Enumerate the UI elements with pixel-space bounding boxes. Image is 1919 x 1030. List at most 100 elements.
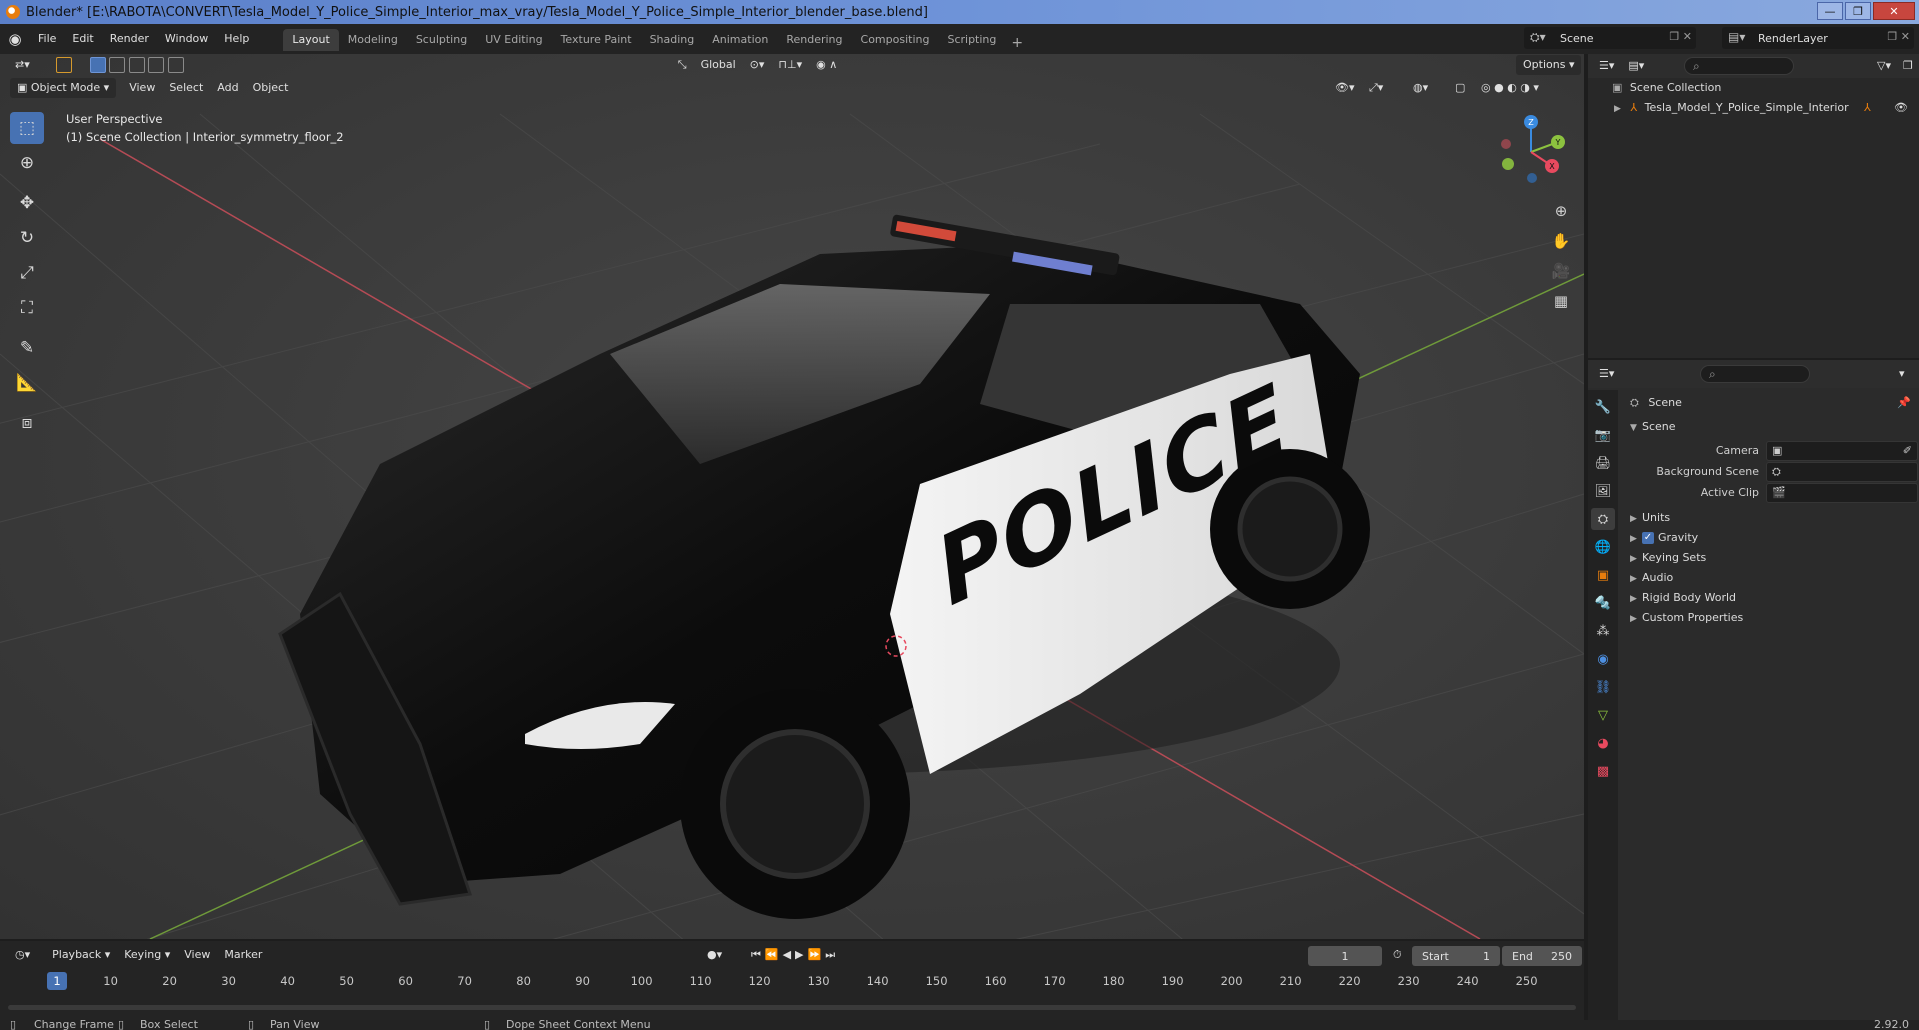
transform-orientation-icon[interactable]: ⤡ xyxy=(671,55,694,75)
tab-layout[interactable]: Layout xyxy=(283,29,339,51)
ortho-grid-icon[interactable]: ▦ xyxy=(1548,288,1574,314)
view-layer-new-close-icons[interactable]: ❐ ✕ xyxy=(1887,30,1910,43)
shading-modes-icons[interactable]: ◎ ● ◐ ◑ ▾ xyxy=(1474,78,1546,98)
visibility-eye-icon[interactable]: 👁 xyxy=(1894,98,1908,118)
tab-sculpting[interactable]: Sculpting xyxy=(407,29,476,51)
frame-ruler[interactable]: 1 10 20 30 40 50 60 70 80 90 100 110 120 130 140 150 160… xyxy=(0,971,1584,993)
gravity-section[interactable]: ▶ ✓ Gravity xyxy=(1620,527,1919,549)
current-frame-marker[interactable]: 1 xyxy=(47,972,67,990)
timeline-scrollbar[interactable] xyxy=(8,1005,1576,1010)
filter-icon[interactable]: ▽▾ xyxy=(1870,56,1898,76)
timeline-editor[interactable]: ◷▾ Playback ▾ Keying ▾ View Marker ●▾ ⏮⏪… xyxy=(0,941,1584,1020)
pin-icon[interactable]: 📌 xyxy=(1897,392,1911,414)
tab-modeling[interactable]: Modeling xyxy=(339,29,407,51)
camera-view-icon[interactable]: 🎥 xyxy=(1548,258,1574,284)
menu-edit[interactable]: Edit xyxy=(64,28,101,50)
scale-tool-icon[interactable]: ⤢ xyxy=(10,257,44,289)
snap-icon[interactable]: ⊓⊥▾ xyxy=(771,55,809,75)
particles-tab-icon[interactable]: ⁂ xyxy=(1591,620,1615,642)
outliner-editor-type-icon[interactable]: ☰▾ xyxy=(1592,56,1621,76)
add-cube-tool-icon[interactable]: ⧈ xyxy=(10,407,44,439)
tab-texture-paint[interactable]: Texture Paint xyxy=(552,29,641,51)
display-mode-icon[interactable]: ▤▾ xyxy=(1621,56,1651,76)
select-box-modes-icon[interactable] xyxy=(83,55,191,75)
menu-marker[interactable]: Marker xyxy=(217,945,269,965)
outliner-row-object[interactable]: ▶ ⅄ Tesla_Model_Y_Police_Simple_Interior… xyxy=(1588,98,1919,118)
select-mode-icon[interactable] xyxy=(49,55,79,75)
measure-tool-icon[interactable]: 📐 xyxy=(10,367,44,399)
xray-icon[interactable]: ▢ xyxy=(1448,78,1472,98)
custom-properties-section[interactable]: ▶ Custom Properties xyxy=(1620,607,1919,629)
properties-editor-type-icon[interactable]: ☰▾ xyxy=(1592,364,1621,384)
tab-rendering[interactable]: Rendering xyxy=(777,29,851,51)
close-button[interactable]: ✕ xyxy=(1873,2,1915,20)
transform-tool-icon[interactable]: ⛶ xyxy=(10,292,44,324)
camera-field[interactable]: ▣ ✐ xyxy=(1766,441,1918,461)
scene-new-close-icons[interactable]: ❐ ✕ xyxy=(1669,30,1692,43)
menu-select[interactable]: Select xyxy=(162,78,210,98)
editor-type-icon[interactable]: ⇄▾ xyxy=(8,55,37,75)
minimize-button[interactable]: — xyxy=(1817,2,1843,20)
outliner-row-scene-collection[interactable]: ▣ Scene Collection xyxy=(1588,78,1919,98)
audio-section[interactable]: ▶ Audio xyxy=(1620,567,1919,589)
properties-search-input[interactable]: ⌕ xyxy=(1700,365,1810,383)
menu-file[interactable]: File xyxy=(30,28,64,50)
menu-window[interactable]: Window xyxy=(157,28,216,50)
view-layer-selector[interactable]: ▤▾ RenderLayer ❐ ✕ xyxy=(1722,27,1914,49)
scene-selector[interactable]: ⛭▾ Scene ❐ ✕ xyxy=(1524,27,1696,49)
menu-help[interactable]: Help xyxy=(216,28,257,50)
end-frame-field[interactable]: End 250 xyxy=(1502,946,1582,966)
rotate-tool-icon[interactable]: ↻ xyxy=(10,222,44,254)
scene-tab-icon[interactable]: ⛭ xyxy=(1591,508,1615,530)
tool-tab-icon[interactable]: 🔧 xyxy=(1591,396,1615,418)
units-section[interactable]: ▶ Units xyxy=(1620,507,1919,529)
zoom-icon[interactable]: ⊕ xyxy=(1548,198,1574,224)
tab-animation[interactable]: Animation xyxy=(703,29,777,51)
material-tab-icon[interactable]: ◕ xyxy=(1591,732,1615,754)
add-workspace-button[interactable]: + xyxy=(1005,35,1029,51)
tab-scripting[interactable]: Scripting xyxy=(938,29,1005,51)
data-tab-icon[interactable]: ▽ xyxy=(1591,704,1615,726)
pivot-point-icon[interactable]: ⊙▾ xyxy=(743,55,772,75)
move-tool-icon[interactable]: ✥ xyxy=(10,187,44,219)
menu-playback[interactable]: Playback ▾ xyxy=(45,945,117,965)
menu-render[interactable]: Render xyxy=(102,28,157,50)
maximize-button[interactable]: ❐ xyxy=(1845,2,1871,20)
gizmo-toggle-icon[interactable]: ⤢▾ xyxy=(1362,78,1390,98)
auto-keying-icon[interactable]: ●▾ xyxy=(700,945,729,965)
blender-logo-icon[interactable]: ◉ xyxy=(0,30,30,48)
render-tab-icon[interactable]: 📷 xyxy=(1591,424,1615,446)
menu-view[interactable]: View xyxy=(122,78,162,98)
tab-uv-editing[interactable]: UV Editing xyxy=(476,29,551,51)
cursor-tool-icon[interactable]: ⊕ xyxy=(10,147,44,179)
properties-options-icon[interactable]: ▾ xyxy=(1892,364,1912,384)
timeline-editor-type-icon[interactable]: ◷▾ xyxy=(8,945,37,965)
rigid-body-world-section[interactable]: ▶ Rigid Body World xyxy=(1620,587,1919,609)
tab-shading[interactable]: Shading xyxy=(641,29,704,51)
background-scene-field[interactable]: ⛭ xyxy=(1766,462,1918,482)
pan-hand-icon[interactable]: ✋ xyxy=(1548,228,1574,254)
visibility-icon[interactable]: 👁▾ xyxy=(1328,78,1362,98)
outliner-search-input[interactable]: ⌕ xyxy=(1684,57,1794,75)
current-frame-field[interactable]: 1 xyxy=(1308,946,1382,966)
output-tab-icon[interactable]: 🖨 xyxy=(1591,452,1615,474)
scene-panel-header[interactable]: ▼ Scene xyxy=(1620,416,1919,438)
3d-viewport[interactable]: POLICE ⇄▾ ⤡ Global ⊙▾ ⊓⊥▾ ◉ ∧ Options ▾ … xyxy=(0,54,1584,939)
overlay-toggle-icon[interactable]: ◍▾ xyxy=(1406,78,1435,98)
texture-tab-icon[interactable]: ▩ xyxy=(1591,760,1615,782)
gravity-checkbox[interactable]: ✓ xyxy=(1642,532,1654,544)
proportional-editing-icon[interactable]: ◉ ∧ xyxy=(809,55,844,75)
world-tab-icon[interactable]: 🌐 xyxy=(1591,536,1615,558)
outliner-panel[interactable]: ☰▾ ▤▾ ⌕ ▽▾ ❐ ▣ Scene Collection ▶ ⅄ Tesl… xyxy=(1588,54,1919,358)
properties-panel[interactable]: ☰▾ ⌕ ▾ 🔧 📷 🖨 🖼 ⛭ 🌐 ▣ 🔩 ⁂ ◉ ⛓ ▽ ◕ ▩ ⛭ Sce… xyxy=(1588,360,1919,1020)
menu-add[interactable]: Add xyxy=(210,78,245,98)
object-mode-select[interactable]: ▣ Object Mode ▾ xyxy=(10,78,117,98)
new-collection-icon[interactable]: ❐ xyxy=(1896,56,1919,76)
active-clip-field[interactable]: 🎬 xyxy=(1766,483,1918,503)
menu-timeline-view[interactable]: View xyxy=(177,945,217,965)
tab-compositing[interactable]: Compositing xyxy=(852,29,939,51)
physics-tab-icon[interactable]: ◉ xyxy=(1591,648,1615,670)
start-frame-field[interactable]: Start 1 xyxy=(1412,946,1500,966)
constraints-tab-icon[interactable]: ⛓ xyxy=(1591,676,1615,698)
annotate-tool-icon[interactable]: ✎ xyxy=(10,332,44,364)
